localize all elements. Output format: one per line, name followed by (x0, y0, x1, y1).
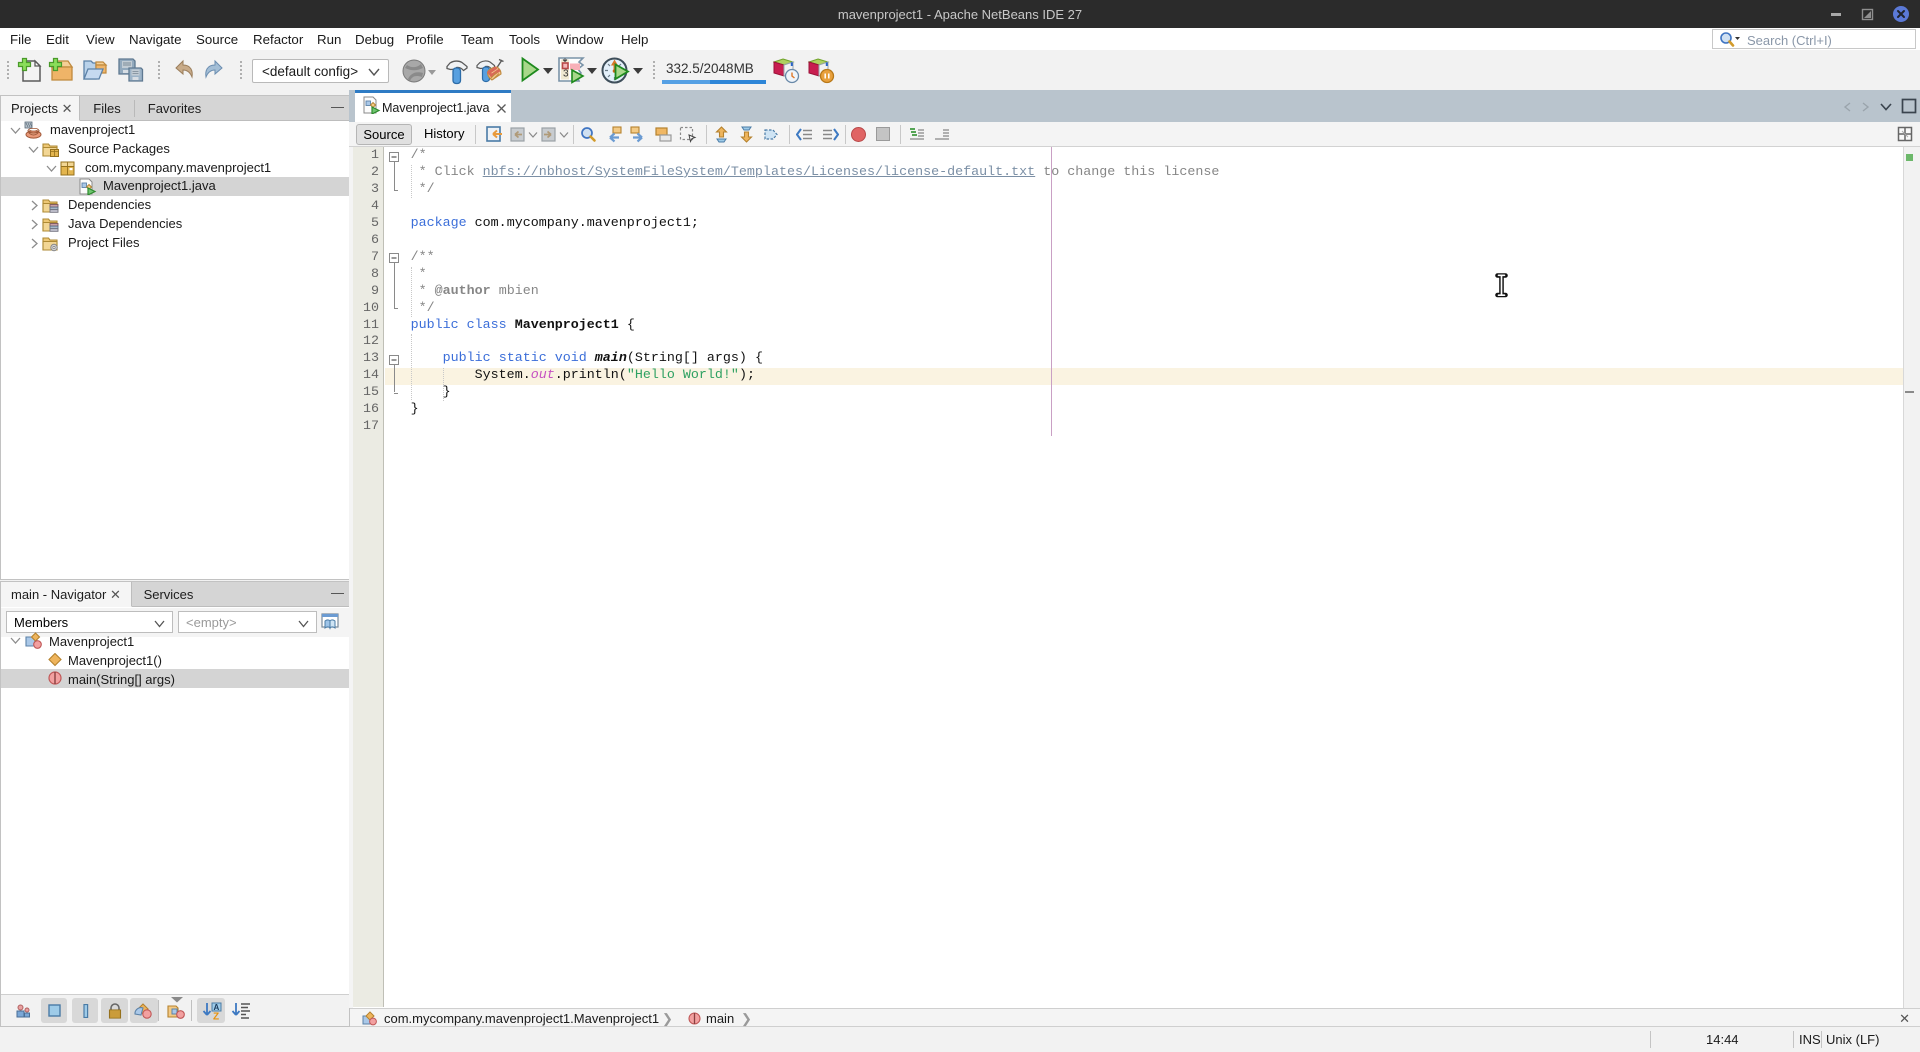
svg-text:3: 3 (563, 69, 569, 80)
svg-text:Z: Z (213, 1012, 219, 1021)
